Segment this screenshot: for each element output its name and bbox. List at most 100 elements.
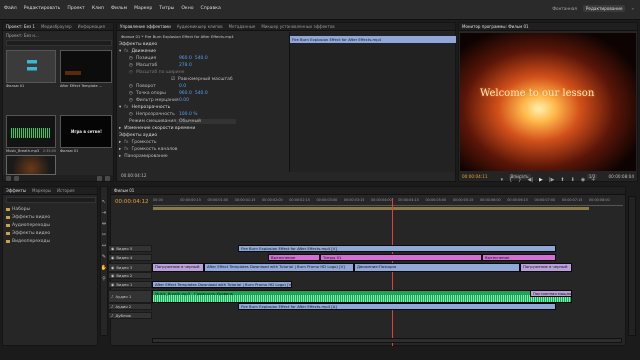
- effects-folder[interactable]: Аудиопереходы: [6, 223, 50, 228]
- time-remap-row[interactable]: ▸ Изменение скорости времени: [119, 125, 453, 131]
- disclosure-icon[interactable]: ▸: [119, 147, 121, 152]
- project-item-sequence-1[interactable]: Фильм 01: [6, 50, 56, 90]
- menu-item[interactable]: Маркер: [134, 6, 152, 11]
- disclosure-icon[interactable]: ▸: [119, 154, 121, 159]
- trash-icon[interactable]: [105, 175, 110, 181]
- rotation-value[interactable]: 0.0: [179, 84, 186, 89]
- stopwatch-icon[interactable]: ◷: [129, 70, 133, 75]
- tab-clip-mixer[interactable]: Аудиомикшер клипов: [177, 24, 223, 29]
- selection-tool-icon[interactable]: ↖: [102, 199, 106, 205]
- fx-icon[interactable]: fx: [124, 105, 128, 110]
- track-header-video3[interactable]: ◉ Видео 3: [108, 263, 152, 272]
- fx-icon[interactable]: fx: [124, 49, 128, 54]
- position-y[interactable]: 540.0: [195, 56, 208, 61]
- menu-item[interactable]: Фильм: [111, 6, 127, 11]
- position-x[interactable]: 960.0: [179, 56, 192, 61]
- export-frame-icon[interactable]: ◉: [581, 177, 585, 183]
- tab-info[interactable]: Информация: [78, 24, 105, 29]
- uniform-scale-checkbox[interactable]: ☑: [171, 77, 175, 82]
- tab-history[interactable]: История: [57, 188, 75, 193]
- project-item-video-2[interactable]: Игра в сетке! Фильм 01: [60, 115, 112, 155]
- clip-v4-title[interactable]: Титры 01: [320, 254, 482, 261]
- extract-icon[interactable]: ⬇: [571, 177, 575, 183]
- opacity-section-row[interactable]: ▾ fx Непрозрачность: [119, 104, 453, 110]
- eye-icon[interactable]: ◉: [111, 255, 114, 260]
- scale-value[interactable]: 278.0: [179, 63, 192, 68]
- clip-v4-wipe[interactable]: Вытеснение: [268, 254, 320, 261]
- eye-icon[interactable]: ◉: [111, 273, 114, 278]
- track-header-audio1[interactable]: ♪ Аудио 1: [108, 290, 152, 303]
- work-area-bar[interactable]: [153, 207, 589, 210]
- stopwatch-icon[interactable]: ◷: [129, 84, 133, 89]
- track-header-video1[interactable]: ◉ Видео 1: [108, 281, 152, 288]
- clip-v3-fade2[interactable]: Погружение в черный: [520, 263, 572, 272]
- tab-effect-mixer[interactable]: Микшер установленных эффектов: [261, 24, 334, 29]
- list-view-icon[interactable]: [6, 175, 11, 181]
- menu-item[interactable]: Редактировать: [24, 6, 61, 11]
- eye-icon[interactable]: ◉: [111, 282, 114, 287]
- disclosure-icon[interactable]: ▸: [119, 126, 121, 131]
- effects-search[interactable]: [6, 197, 96, 203]
- clip-v4-wipe2[interactable]: Вытеснение: [482, 254, 556, 261]
- marker-icon[interactable]: ▾: [501, 177, 504, 183]
- fx-icon[interactable]: fx: [124, 147, 128, 152]
- ripple-edit-icon[interactable]: ⇹: [102, 221, 106, 227]
- tab-effect-controls[interactable]: Управление эффектами: [120, 24, 171, 29]
- track-header-video4[interactable]: ◉ Видео 4: [108, 254, 152, 261]
- blend-select[interactable]: Обычный: [176, 118, 236, 124]
- clip-a2[interactable]: Fire Burn Explosion Effect for After Eff…: [238, 303, 556, 310]
- slip-icon[interactable]: ↔: [102, 243, 106, 249]
- flicker-value[interactable]: 0.00: [179, 98, 189, 103]
- tab-mediabrowser[interactable]: Медиабраузер: [41, 24, 72, 29]
- menu-item[interactable]: Проект: [67, 6, 84, 11]
- tab-markers[interactable]: Маркеры: [32, 188, 51, 193]
- track-header-master[interactable]: ♪ Дубляж: [108, 312, 152, 319]
- zoom-icon[interactable]: ⚲: [102, 276, 106, 282]
- project-item-audio-1[interactable]: Music_Breath.mp3 2:35:00: [6, 115, 56, 155]
- menu-item[interactable]: Окно: [181, 6, 193, 11]
- playhead[interactable]: [391, 198, 393, 346]
- workspace-switcher[interactable]: Фонтанная Редактирование »: [552, 5, 634, 12]
- eye-icon[interactable]: ◉: [111, 246, 114, 251]
- volume-row[interactable]: ▸ fx Громкость: [119, 139, 453, 145]
- effects-folder[interactable]: Эффекты видео: [6, 231, 50, 236]
- disclosure-icon[interactable]: ▾: [119, 105, 121, 110]
- step-back-icon[interactable]: ◀|: [527, 177, 533, 183]
- clip-v1[interactable]: After Effect Templates Download with Tut…: [152, 281, 292, 288]
- motion-row[interactable]: ▾ fx Движение: [119, 48, 453, 54]
- stopwatch-icon[interactable]: ◷: [129, 63, 133, 68]
- effects-folder[interactable]: Видеопереходы: [6, 239, 50, 244]
- stopwatch-icon[interactable]: ◷: [129, 98, 133, 103]
- plus-icon[interactable]: +: [591, 177, 595, 183]
- step-forward-icon[interactable]: |▶: [549, 177, 555, 183]
- clip-v3-fade[interactable]: Погружение в черный: [152, 263, 204, 272]
- anchor-y[interactable]: 540.0: [195, 91, 208, 96]
- track-header-video5[interactable]: ◉ Видео 5: [108, 245, 152, 252]
- time-ruler[interactable]: 00:00 00:00:00:15 00:00:01:00 00:00:01:15 00…: [153, 198, 623, 206]
- clip-v3-main[interactable]: After Effect Templates Download with Tut…: [204, 263, 354, 272]
- tab-program[interactable]: Монитор программы: Фильм 01: [462, 24, 529, 29]
- anchor-x[interactable]: 960.0: [179, 91, 192, 96]
- tab-project[interactable]: Проект: Без 1: [6, 24, 35, 29]
- menu-item[interactable]: Справка: [201, 6, 221, 11]
- clip-v5[interactable]: Fire Burn Explosion Effect for After Eff…: [238, 245, 556, 252]
- ec-timecode[interactable]: 00:00:04:12: [121, 173, 147, 178]
- speaker-icon[interactable]: ♪: [111, 294, 113, 299]
- track-header-audio2[interactable]: ♪ Аудио 2: [108, 303, 152, 310]
- speaker-icon[interactable]: ♪: [111, 304, 113, 309]
- disclosure-icon[interactable]: ▸: [119, 140, 121, 145]
- opacity-value[interactable]: 100.0 %: [179, 112, 198, 117]
- clip-a1-crossfade[interactable]: Постоянная мощность: [530, 290, 572, 297]
- disclosure-icon[interactable]: ▾: [119, 49, 121, 54]
- menu-item[interactable]: Файл: [4, 6, 17, 11]
- clip-a1-music[interactable]: Music_Breath.mp3 Громкость:Уровень: [152, 290, 572, 303]
- new-item-icon[interactable]: [97, 175, 102, 181]
- pen-icon[interactable]: ✎: [102, 254, 106, 260]
- icon-view-icon[interactable]: [14, 175, 19, 181]
- eye-icon[interactable]: ◉: [111, 265, 114, 270]
- razor-icon[interactable]: ✂: [102, 232, 106, 238]
- channel-volume-row[interactable]: ▸ fx Громкость каналов: [119, 146, 453, 152]
- stopwatch-icon[interactable]: ◷: [129, 56, 133, 61]
- effects-folder[interactable]: Эффекты видео: [6, 215, 50, 220]
- stopwatch-icon[interactable]: ◷: [129, 91, 133, 96]
